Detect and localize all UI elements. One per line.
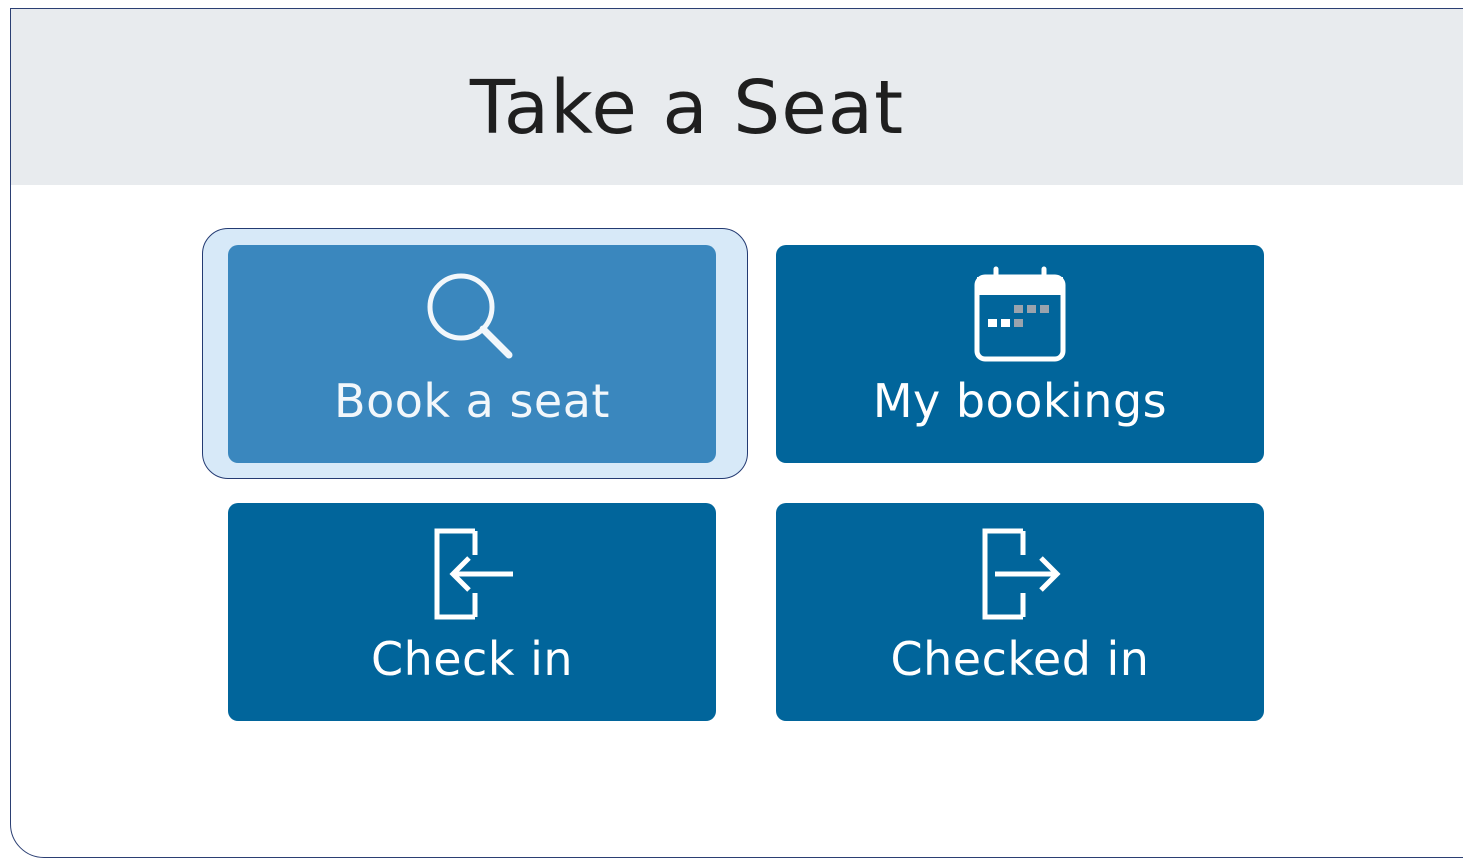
calendar-icon [970, 263, 1070, 367]
header-bar: Take a Seat [11, 9, 1463, 185]
my-bookings-label: My bookings [872, 374, 1168, 428]
my-bookings-button[interactable]: My bookings [776, 245, 1264, 463]
check-in-icon [417, 521, 527, 630]
book-a-seat-label: Book a seat [334, 374, 610, 428]
check-in-button[interactable]: Check in [228, 503, 716, 721]
app-frame: Take a Seat Book a seat My bookings Chec… [10, 8, 1463, 858]
book-a-seat-button[interactable]: Book a seat [228, 245, 716, 463]
check-out-icon [965, 521, 1075, 630]
checked-in-label: Checked in [890, 632, 1150, 686]
page-title: Take a Seat [469, 65, 905, 151]
check-in-label: Check in [370, 632, 574, 686]
checked-in-button[interactable]: Checked in [776, 503, 1264, 721]
search-icon [417, 263, 527, 377]
